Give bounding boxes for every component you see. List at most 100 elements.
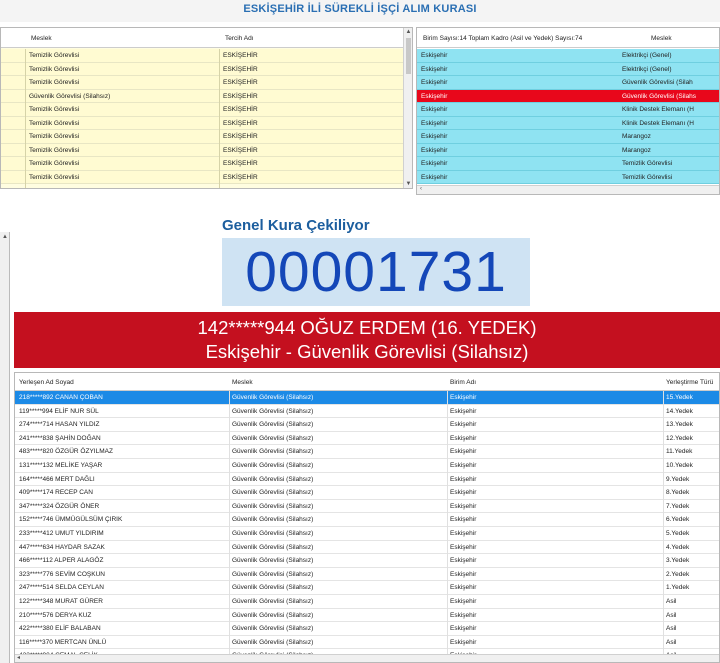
result-row[interactable]: 447*****634 HAYDAR SAZAK Güvenlik Görevli… — [15, 540, 719, 555]
unit-row[interactable]: Eskişehir Elektrikçi (Genel) — [417, 49, 719, 63]
result-row[interactable]: 347*****324 ÖZGÜR ÖNER Güvenlik Görevlisi… — [15, 499, 719, 514]
result-row[interactable]: 483*****820 ÖZGÜR ÖZYILMAZ Güvenlik Görev… — [15, 445, 719, 459]
column-header-yerlestirme-turu[interactable]: Yerleştirme Türü — [666, 376, 713, 389]
result-row[interactable]: 233*****412 UMUT YILDIRIM Güvenlik Görevl… — [15, 526, 719, 541]
preference-row[interactable]: Temizlik Görevlisi ESKİŞEHİR — [1, 103, 403, 117]
winner-name: 142*****944 OĞUZ ERDEM (16. YEDEK) — [197, 317, 537, 338]
column-divider — [229, 391, 230, 662]
result-row[interactable]: 122*****348 MURAT GÜRER Güvenlik Görevlis… — [15, 594, 719, 609]
preference-row-cell: Güvenlik Görevlisi (Silahsız) — [29, 92, 111, 100]
result-row-cell: Eskişehir — [450, 502, 477, 510]
unit-grid-hscrollbar[interactable]: ‹ — [417, 185, 719, 194]
result-row[interactable]: 164*****466 MERT DAĞLI Güvenlik Görevlisi… — [15, 472, 719, 487]
result-row-cell: Eskişehir — [450, 448, 477, 456]
column-header-meslek[interactable]: Meslek — [651, 32, 672, 45]
preference-row[interactable]: Temizlik Görevlisi ESKİŞEHİR — [1, 130, 403, 144]
preference-row-cell: Temizlik Görevlisi — [29, 106, 80, 113]
result-row-cell: Eskişehir — [450, 584, 477, 592]
unit-row-cell: Elektrikçi (Genel) — [622, 52, 672, 59]
result-row-cell: 116*****370 MERTCAN ÜNLÜ — [19, 638, 107, 646]
unit-row[interactable]: Eskişehir Temizlik Görevlisi — [417, 157, 719, 171]
result-row[interactable]: 247*****514 SELDA CEYLAN Güvenlik Görevli… — [15, 581, 719, 595]
result-row[interactable]: 422*****380 ELİF BALABAN Güvenlik Görevli… — [15, 622, 719, 636]
unit-row[interactable]: Eskişehir Marangoz — [417, 130, 719, 144]
results-grid[interactable]: Yerleşen Ad Soyad Meslek Birim Adı Yerle… — [14, 372, 720, 663]
result-row-cell: Asil — [666, 638, 677, 646]
unit-row[interactable]: Eskişehir Klinik Destek Elemanı (H — [417, 103, 719, 117]
preference-row[interactable]: Temizlik Görevlisi ESKİŞEHİR — [1, 116, 403, 130]
preference-row-cell: ESKİŞEHİR — [223, 92, 258, 100]
result-row-cell: Güvenlik Görevlisi (Silahsız) — [232, 597, 314, 605]
preference-row[interactable]: Temizlik Görevlisi ESKİŞEHİR — [1, 157, 403, 171]
result-row[interactable]: 218*****892 CANAN ÇOBAN Güvenlik Görevlis… — [15, 391, 719, 405]
preference-row[interactable]: Temizlik Görevlisi ESKİŞEHİR — [1, 143, 403, 157]
result-row-cell: 14.Yedek — [666, 407, 693, 415]
preference-row-cell: ESKİŞEHİR — [223, 65, 258, 73]
result-row[interactable]: 131*****132 MELİKE YAŞAR Güvenlik Görevli… — [15, 458, 719, 473]
result-row-cell: Güvenlik Görevlisi (Silahsız) — [232, 502, 314, 510]
preference-row-cell: Temizlik Görevlisi — [29, 160, 80, 167]
unit-row-cell: Temizlik Görevlisi — [622, 173, 673, 181]
results-grid-header: Yerleşen Ad Soyad Meslek Birim Adı Yerle… — [15, 373, 719, 391]
result-row[interactable]: 116*****370 MERTCAN ÜNLÜ Güvenlik Görevli… — [15, 635, 719, 650]
preference-row-cell: ESKİŞEHİR — [223, 160, 258, 167]
column-header-meslek[interactable]: Meslek — [232, 376, 253, 389]
result-row-cell: Güvenlik Görevlisi (Silahsız) — [232, 638, 314, 646]
column-header-meslek[interactable]: Meslek — [31, 32, 52, 45]
preference-grid[interactable]: Meslek Tercih Adı Temizlik Görevlisi ESKİ… — [0, 27, 413, 189]
result-row-cell: Güvenlik Görevlisi (Silahsız) — [232, 448, 314, 456]
column-header-ad-soyad[interactable]: Yerleşen Ad Soyad — [19, 376, 74, 389]
result-row-cell: 483*****820 ÖZGÜR ÖZYILMAZ — [19, 448, 113, 456]
preference-row-cell: Temizlik Görevlisi — [29, 133, 80, 140]
column-header-birim-adi[interactable]: Birim Adı — [450, 376, 476, 389]
result-row-cell: Güvenlik Görevlisi (Silahsız) — [232, 529, 314, 537]
preference-row-cell: ESKİŞEHİR — [223, 106, 258, 113]
unit-row[interactable]: Eskişehir Elektrikçi (Genel) — [417, 62, 719, 76]
preference-grid-scrollbar[interactable]: ▲ ▼ — [403, 28, 412, 188]
result-row-cell: Güvenlik Görevlisi (Silahsız) — [232, 543, 314, 551]
result-row-cell: Güvenlik Görevlisi (Silahsız) — [232, 584, 314, 592]
preference-row[interactable]: Temizlik Görevlisi ESKİŞEHİR — [1, 76, 403, 90]
scroll-thumb[interactable] — [406, 38, 411, 74]
preference-row-cell: Temizlik Görevlisi — [29, 65, 80, 73]
result-row-cell: Eskişehir — [450, 625, 477, 633]
panel-scrollbar[interactable]: ▲ — [0, 232, 10, 663]
result-row[interactable]: 274*****714 HASAN YILDIZ Güvenlik Görevli… — [15, 418, 719, 432]
result-row[interactable]: 323*****776 SEVİM COŞKUN Güvenlik Görevli… — [15, 567, 719, 582]
result-row[interactable]: 466*****112 ALPER ALAGÖZ Güvenlik Görevli… — [15, 554, 719, 568]
column-header-tercih-adi[interactable]: Tercih Adı — [225, 32, 254, 45]
result-row[interactable]: 152*****746 ÜMMÜGÜLSÜM ÇIRIK Güvenlik Gör… — [15, 513, 719, 527]
result-row-cell: Güvenlik Görevlisi (Silahsız) — [232, 421, 314, 429]
preference-row[interactable]: Güvenlik Görevlisi (Silahsız) ESKİŞEHİR — [1, 89, 403, 103]
result-row-cell: 122*****348 MURAT GÜRER — [19, 597, 103, 605]
result-row[interactable]: 241*****838 ŞAHİN DOĞAN Güvenlik Görevlis… — [15, 431, 719, 446]
unit-row[interactable]: Eskişehir Temizlik Görevlisi — [417, 170, 719, 184]
scroll-down-icon[interactable]: ▼ — [404, 181, 412, 187]
preference-row[interactable]: Temizlik Görevlisi ESKİŞEHİR — [1, 170, 403, 184]
unit-row-cell: Klinik Destek Elemanı (H — [622, 106, 694, 113]
result-row-cell: Asil — [666, 625, 677, 633]
unit-row-cell: Eskişehir — [421, 146, 448, 154]
preference-row[interactable]: Temizlik Görevlisi ESKİŞEHİR — [1, 49, 403, 63]
unit-row[interactable]: Eskişehir Güvenlik Görevlisi (Silahs — [417, 89, 719, 103]
column-divider — [25, 49, 26, 188]
scroll-left-icon[interactable]: ‹ — [420, 186, 422, 192]
result-row[interactable]: 210*****576 DERYA KUZ Güvenlik Görevlisi … — [15, 608, 719, 623]
preference-row-cell: ESKİŞEHİR — [223, 133, 258, 140]
scroll-up-icon[interactable]: ▲ — [0, 234, 10, 240]
scroll-left-icon[interactable]: ◂ — [17, 654, 20, 661]
unit-row[interactable]: Eskişehir Klinik Destek Elemanı (H — [417, 116, 719, 130]
unit-row[interactable]: Eskişehir Güvenlik Görevlisi (Silah — [417, 76, 719, 90]
unit-row-cell: Eskişehir — [421, 106, 448, 113]
scroll-up-icon[interactable]: ▲ — [404, 29, 412, 35]
unit-row[interactable]: Eskişehir Marangoz — [417, 143, 719, 157]
result-row[interactable]: 119*****994 ELİF NUR SÜL Güvenlik Görevli… — [15, 404, 719, 419]
result-row[interactable]: 409*****174 RECEP CAN Güvenlik Görevlisi … — [15, 486, 719, 500]
preference-row-cell: Temizlik Görevlisi — [29, 79, 80, 86]
unit-row-cell: Eskişehir — [421, 133, 448, 140]
unit-row-cell: Elektrikçi (Genel) — [622, 65, 672, 73]
results-grid-hscrollbar[interactable]: ◂ — [15, 654, 719, 662]
preference-row[interactable]: Temizlik Görevlisi ESKİŞEHİR — [1, 62, 403, 76]
unit-row-cell: Eskişehir — [421, 173, 448, 181]
unit-grid[interactable]: Birim Sayısı:14 Toplam Kadro (Asil ve Ye… — [416, 27, 720, 195]
